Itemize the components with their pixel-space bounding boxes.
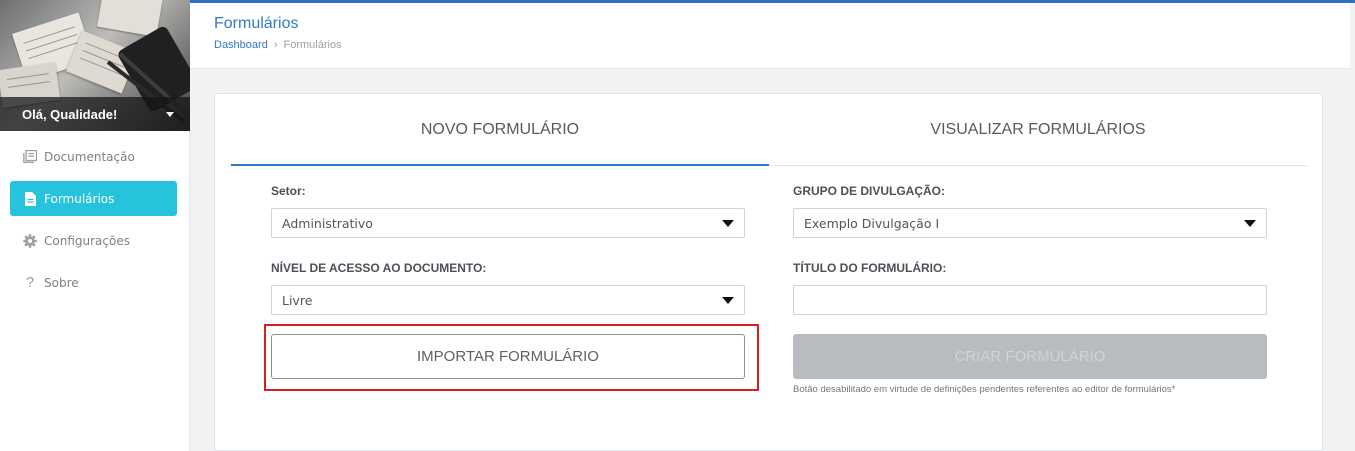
breadcrumb: Dashboard › Formulários (214, 39, 1355, 51)
dropdown-arrow-icon (722, 219, 734, 227)
user-greeting: Olá, Qualidade! (22, 106, 118, 122)
setor-selected-value: Administrativo (282, 215, 373, 231)
sidebar-item-sobre[interactable]: ? Sobre (10, 265, 177, 300)
disabled-button-hint: Botão desabilitado em virtude de definiç… (793, 384, 1176, 395)
tab-visualizar-formularios[interactable]: VISUALIZAR FORMULÁRIOS (769, 94, 1307, 165)
file-icon (23, 191, 37, 206)
chevron-right-icon: › (273, 39, 278, 51)
sidebar-item-label: Formulários (44, 191, 115, 206)
form-right-column: GRUPO DE DIVULGAÇÃO: Exemplo Divulgação … (793, 184, 1267, 315)
grupo-divulgacao-select[interactable]: Exemplo Divulgação I (793, 208, 1267, 238)
gear-icon (23, 233, 37, 248)
sidebar-item-configuracoes[interactable]: Configurações (10, 223, 177, 258)
importar-formulario-button[interactable]: IMPORTAR FORMULÁRIO (271, 334, 745, 379)
setor-label: Setor: (271, 184, 306, 198)
criar-formulario-button: CRIAR FORMULÁRIO (793, 334, 1267, 379)
page-header: Formulários Dashboard › Formulários (190, 3, 1355, 69)
sidebar-item-formularios[interactable]: Formulários (10, 181, 177, 216)
dropdown-arrow-icon (1244, 219, 1256, 227)
form-card: NOVO FORMULÁRIO VISUALIZAR FORMULÁRIOS S… (214, 93, 1323, 451)
setor-select[interactable]: Administrativo (271, 208, 745, 238)
titulo-formulario-label: TÍTULO DO FORMULÁRIO: (793, 261, 947, 275)
titulo-formulario-input[interactable] (793, 285, 1267, 315)
nivel-acesso-selected-value: Livre (282, 292, 313, 308)
sidebar-item-label: Configurações (44, 233, 130, 248)
page-title: Formulários (214, 15, 299, 32)
nivel-acesso-label: NÍVEL DE ACESSO AO DOCUMENTO: (271, 261, 487, 275)
user-menu[interactable]: Olá, Qualidade! (0, 97, 190, 131)
sidebar-item-documentacao[interactable]: Documentação (10, 139, 177, 174)
book-icon (23, 150, 37, 164)
question-icon: ? (25, 274, 35, 291)
form-left-column: Setor: Administrativo NÍVEL DE ACESSO AO… (271, 184, 745, 315)
form-tabs: NOVO FORMULÁRIO VISUALIZAR FORMULÁRIOS (231, 94, 1307, 166)
grupo-divulgacao-label: GRUPO DE DIVULGAÇÃO: (793, 184, 946, 198)
chevron-down-icon[interactable] (166, 111, 174, 117)
dropdown-arrow-icon (722, 296, 734, 304)
profile-banner-image: Olá, Qualidade! (0, 0, 190, 131)
tab-novo-formulario[interactable]: NOVO FORMULÁRIO (231, 94, 769, 166)
sidebar: Olá, Qualidade! Documentação Formulários… (0, 0, 190, 451)
page-scrollbar[interactable] (1350, 3, 1355, 451)
nivel-acesso-select[interactable]: Livre (271, 285, 745, 315)
sidebar-nav: Documentação Formulários Configurações ?… (0, 131, 189, 300)
breadcrumb-current: Formulários (283, 39, 342, 51)
grupo-divulgacao-selected-value: Exemplo Divulgação I (804, 215, 940, 231)
sidebar-item-label: Documentação (44, 149, 135, 164)
sidebar-item-label: Sobre (44, 275, 79, 290)
breadcrumb-dashboard-link[interactable]: Dashboard (214, 39, 268, 51)
